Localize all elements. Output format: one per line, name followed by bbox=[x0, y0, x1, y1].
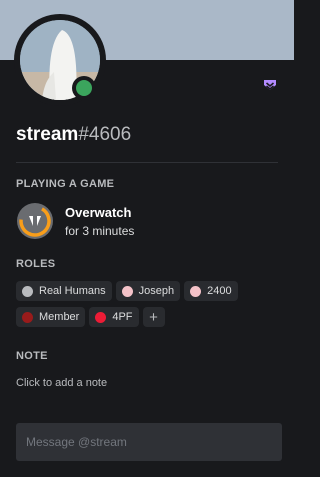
username-tag: #4606 bbox=[78, 124, 132, 145]
message-input[interactable] bbox=[16, 423, 282, 461]
note-input[interactable]: Click to add a note bbox=[16, 377, 107, 389]
roles-section-title: ROLES bbox=[16, 258, 56, 270]
role-pill[interactable]: Member bbox=[16, 307, 86, 327]
nitro-badge-icon[interactable] bbox=[262, 78, 278, 94]
add-role-button[interactable]: + bbox=[142, 307, 165, 327]
role-label: Real Humans bbox=[39, 285, 106, 297]
role-pill[interactable]: 2400 bbox=[184, 281, 238, 301]
roles-list: Real Humans Joseph 2400 Member 4PF + bbox=[16, 281, 281, 333]
role-pill[interactable]: 4PF bbox=[89, 307, 139, 327]
role-label: Member bbox=[39, 311, 80, 323]
username-name: stream bbox=[16, 124, 79, 145]
status-indicator bbox=[72, 76, 96, 100]
role-color-dot bbox=[190, 285, 202, 297]
role-color-dot bbox=[22, 311, 33, 323]
role-color-dot bbox=[95, 311, 107, 323]
role-label: Joseph bbox=[138, 285, 175, 297]
role-label: 4PF bbox=[112, 311, 133, 323]
role-color-dot bbox=[121, 285, 133, 297]
game-name: Overwatch bbox=[65, 205, 132, 220]
game-duration: for 3 minutes bbox=[65, 224, 135, 238]
role-pill[interactable]: Joseph bbox=[115, 281, 181, 301]
divider bbox=[16, 162, 278, 163]
user-profile-popout: stream#4606 PLAYING A GAME Overwatch for… bbox=[0, 0, 294, 477]
username[interactable]: stream#4606 bbox=[16, 124, 131, 146]
role-label: 2400 bbox=[207, 285, 232, 297]
note-section-title: NOTE bbox=[16, 350, 48, 362]
activity-section-title: PLAYING A GAME bbox=[16, 178, 115, 190]
role-pill[interactable]: Real Humans bbox=[16, 281, 112, 301]
role-color-dot bbox=[22, 285, 33, 297]
online-status-dot bbox=[76, 80, 92, 96]
overwatch-icon bbox=[17, 203, 53, 239]
